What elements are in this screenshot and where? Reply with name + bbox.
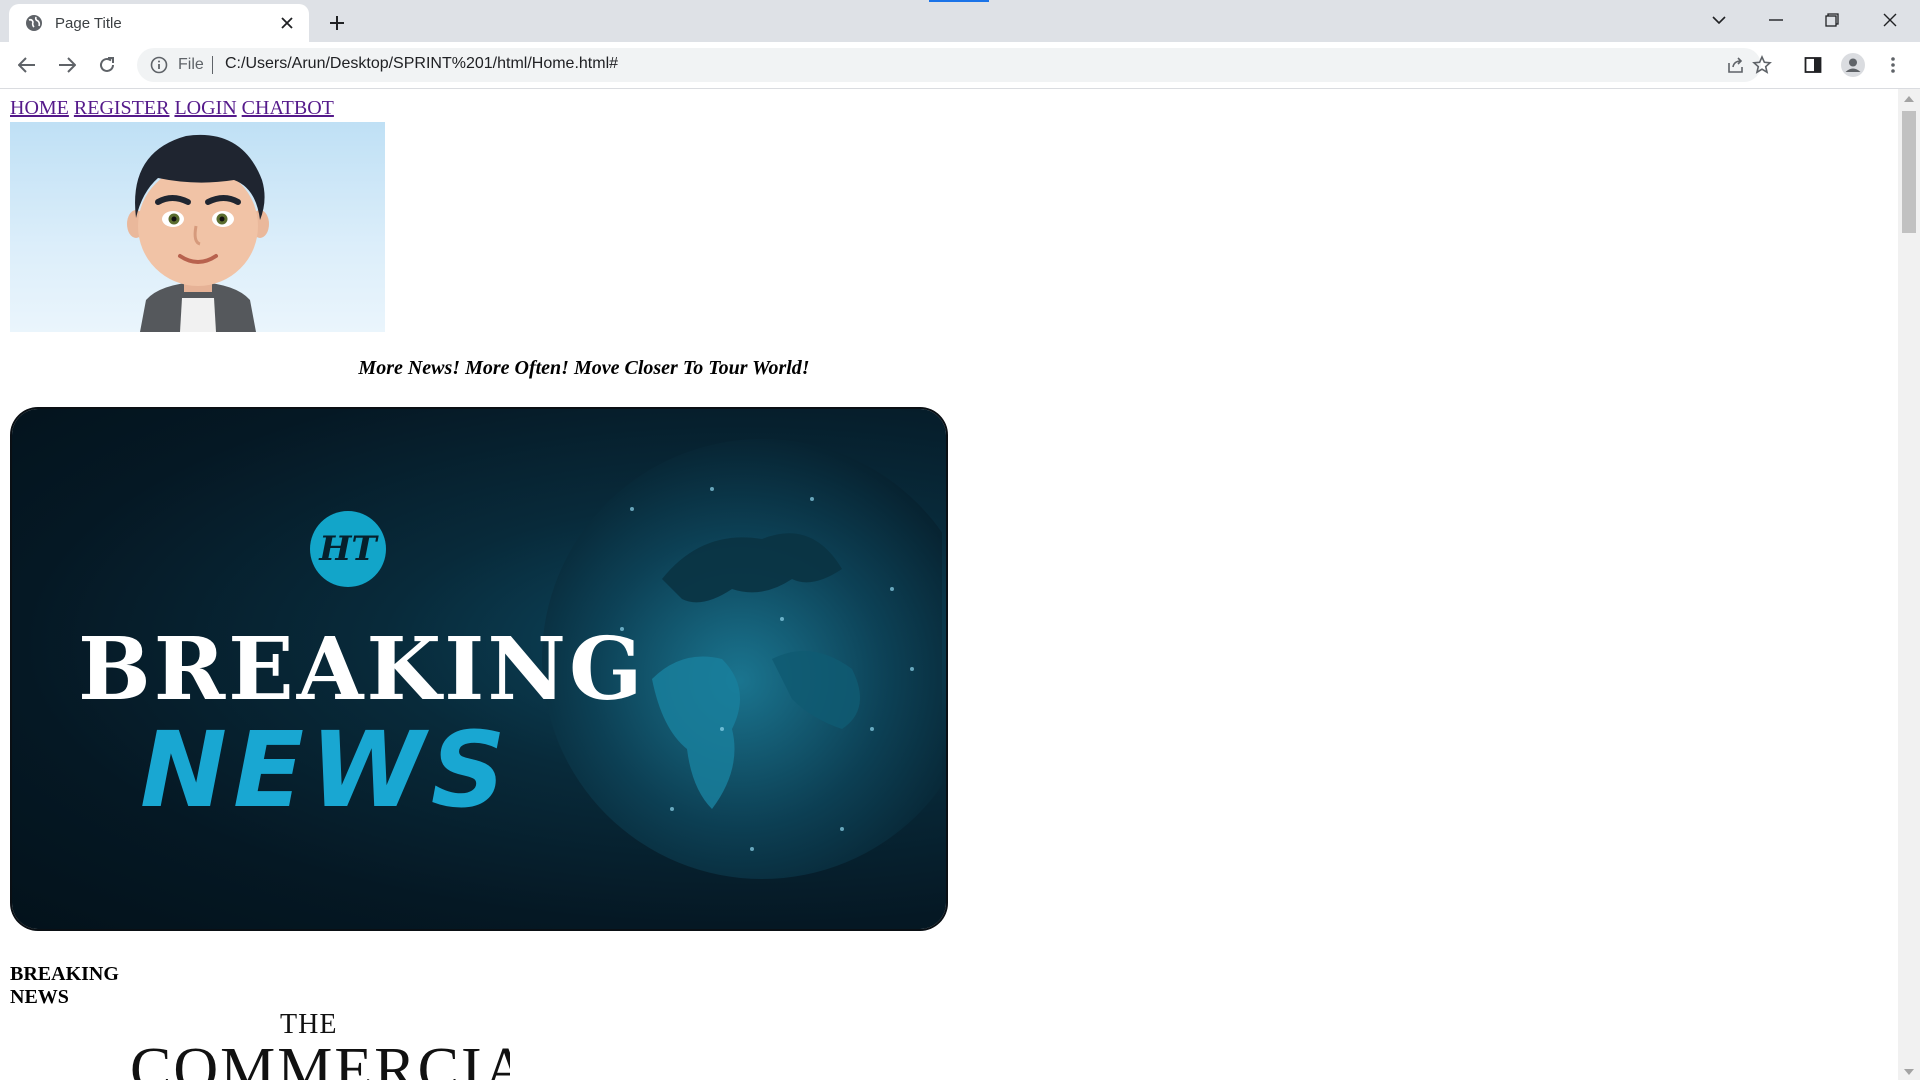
tab-strip: Page Title [0, 0, 1920, 42]
nav-register-link[interactable]: REGISTER [74, 97, 170, 119]
reload-icon[interactable] [92, 50, 122, 80]
avatar-image [10, 122, 385, 332]
back-arrow-icon[interactable] [12, 50, 42, 80]
profile-avatar-icon[interactable] [1838, 50, 1868, 80]
tagline: More News! More Often! Move Closer To To… [358, 357, 810, 379]
close-window-icon[interactable] [1868, 4, 1912, 36]
nav-chatbot-link[interactable]: CHATBOT [242, 97, 334, 119]
nav-login-link[interactable]: LOGIN [174, 97, 236, 119]
close-tab-icon[interactable] [275, 11, 299, 35]
address-scheme: File [178, 56, 204, 73]
bookmark-star-icon[interactable] [1747, 50, 1777, 80]
commercial-logo-image: THE COMMERCIAL [60, 1009, 510, 1080]
scroll-up-arrow-icon[interactable] [1904, 96, 1914, 102]
restore-icon[interactable] [1810, 4, 1854, 36]
browser-toolbar: File C:/Users/Arun/Desktop/SPRINT%201/ht… [0, 42, 1920, 89]
breaking-news-banner: HT BREAKING NEWS [12, 409, 946, 929]
loading-indicator [929, 0, 989, 2]
page-viewport: HOME REGISTER LOGIN CHATBOT More News! M… [0, 89, 1898, 1080]
nav-home-link[interactable]: HOME [10, 97, 69, 119]
share-icon[interactable] [1726, 55, 1746, 75]
forward-arrow-icon[interactable] [52, 50, 82, 80]
banner-breaking-text: BREAKING [78, 619, 646, 720]
logo-name-text: COMMERCIAL [130, 1036, 510, 1080]
vertical-scrollbar[interactable] [1898, 89, 1920, 1080]
globe-icon [24, 13, 44, 33]
tab-title: Page Title [55, 14, 122, 32]
tab-search-chevron-icon[interactable] [1697, 4, 1741, 36]
scroll-down-arrow-icon[interactable] [1904, 1069, 1914, 1075]
scrollbar-thumb[interactable] [1902, 111, 1916, 233]
top-nav: HOME REGISTER LOGIN CHATBOT [10, 97, 339, 120]
ht-logo-badge: HT [310, 511, 386, 587]
minimize-icon[interactable] [1754, 4, 1798, 36]
active-tab[interactable]: Page Title [9, 4, 309, 42]
info-icon[interactable] [150, 56, 168, 74]
banner-news-text: NEWS [140, 709, 512, 831]
address-url[interactable]: C:/Users/Arun/Desktop/SPRINT%201/html/Ho… [225, 55, 618, 73]
new-tab-button[interactable] [322, 8, 352, 38]
address-separator [212, 56, 213, 74]
more-menu-icon[interactable] [1878, 50, 1908, 80]
side-panel-icon[interactable] [1798, 50, 1828, 80]
address-bar[interactable]: File C:/Users/Arun/Desktop/SPRINT%201/ht… [137, 48, 1761, 82]
section-heading: BREAKING NEWS [10, 963, 119, 1008]
